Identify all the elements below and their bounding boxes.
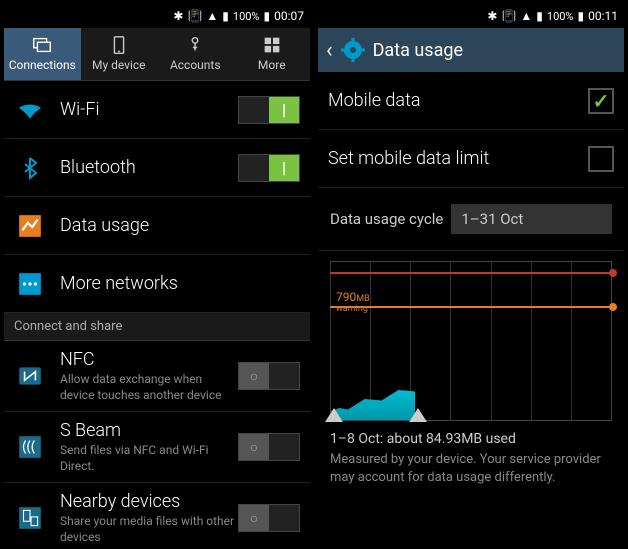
row-title: NFC (60, 349, 238, 370)
usage-summary: 1–8 Oct: about 84.93MB used (318, 421, 624, 449)
bluetooth-icon: ✱ (173, 9, 183, 23)
bluetooth-icon: ✱ (487, 9, 497, 23)
device-icon (108, 34, 130, 56)
cycle-label: Data usage cycle (330, 210, 443, 228)
section-connect-share: Connect and share (4, 313, 310, 341)
signal-icon: ▮ (222, 9, 229, 23)
battery-icon: ▮ (578, 9, 585, 23)
header-title: Data usage (373, 40, 463, 61)
signal-icon: ▮ (536, 9, 543, 23)
chart-area[interactable]: 790MB warning (330, 261, 612, 421)
settings-screen: ✱ 📳 ▲ ▮ 100% ▮ 00:07 Connections My devi… (4, 4, 310, 545)
wifi-toggle[interactable] (238, 96, 300, 124)
limit-checkbox[interactable] (588, 146, 614, 172)
connections-icon (31, 34, 53, 56)
row-title: Bluetooth (60, 157, 238, 178)
row-more-networks[interactable]: More networks (4, 255, 310, 313)
warning-label: 790MB warning (336, 290, 370, 314)
wifi-icon: ▲ (206, 9, 218, 23)
wifi-icon (14, 94, 46, 126)
row-set-limit[interactable]: Set mobile data limit (318, 130, 624, 188)
row-sbeam[interactable]: S Beam Send files via NFC and Wi-Fi Dire… (4, 412, 310, 483)
row-title: Data usage (60, 215, 300, 236)
tab-label: Connections (9, 58, 76, 72)
tab-accounts[interactable]: Accounts (157, 28, 234, 80)
tab-label: More (258, 58, 286, 72)
sbeam-toggle[interactable] (238, 433, 300, 461)
data-usage-screen: ✱ 📳 ▲ ▮ 100% ▮ 00:11 ‹ Data usage Mobile… (318, 4, 624, 545)
tab-connections[interactable]: Connections (4, 28, 81, 80)
nfc-icon (14, 360, 46, 392)
status-bar: ✱ 📳 ▲ ▮ 100% ▮ 00:07 (4, 4, 310, 28)
nfc-toggle[interactable] (238, 362, 300, 390)
sbeam-icon (14, 431, 46, 463)
row-title: Nearby devices (60, 491, 238, 512)
screen-header: ‹ Data usage (318, 28, 624, 72)
limit-line[interactable] (330, 272, 613, 274)
row-data-usage[interactable]: Data usage (4, 197, 310, 255)
tab-label: My device (92, 58, 146, 72)
wifi-icon: ▲ (520, 9, 532, 23)
nearby-toggle[interactable] (238, 504, 300, 532)
row-nfc[interactable]: NFC Allow data exchange when device touc… (4, 341, 310, 412)
usage-chart: 790MB warning (318, 251, 624, 421)
row-title: Set mobile data limit (328, 148, 588, 169)
tab-label: Accounts (170, 58, 221, 72)
tab-my-device[interactable]: My device (81, 28, 158, 80)
row-nearby-devices[interactable]: Nearby devices Share your media files wi… (4, 483, 310, 545)
range-handle-start[interactable] (325, 408, 343, 422)
nearby-icon (14, 502, 46, 534)
usage-note: Measured by your device. Your service pr… (318, 449, 624, 496)
warning-line[interactable] (330, 306, 613, 308)
row-sub: Send files via NFC and Wi-Fi Direct. (60, 443, 238, 474)
battery-pct: 100% (233, 10, 260, 23)
row-title: S Beam (60, 420, 238, 441)
row-title: Wi-Fi (60, 99, 238, 120)
cycle-selector[interactable]: 1–31 Oct (451, 204, 612, 234)
more-icon (261, 34, 283, 56)
clock: 00:11 (588, 9, 618, 23)
range-handle-end[interactable] (409, 408, 427, 422)
row-title: More networks (60, 273, 300, 294)
row-sub: Share your media files with other device… (60, 514, 238, 545)
bluetooth-row-icon (14, 152, 46, 184)
row-bluetooth[interactable]: Bluetooth (4, 139, 310, 197)
row-cycle: Data usage cycle 1–31 Oct (318, 188, 624, 251)
mute-icon: 📳 (501, 9, 516, 23)
row-mobile-data[interactable]: Mobile data (318, 72, 624, 130)
battery-pct: 100% (547, 10, 574, 23)
status-bar: ✱ 📳 ▲ ▮ 100% ▮ 00:11 (318, 4, 624, 28)
back-icon[interactable]: ‹ (326, 38, 333, 63)
row-sub: Allow data exchange when device touches … (60, 372, 238, 403)
settings-list[interactable]: Wi-Fi Bluetooth Data usage More networks… (4, 81, 310, 545)
data-usage-icon (14, 210, 46, 242)
tab-more[interactable]: More (234, 28, 311, 80)
more-networks-icon (14, 268, 46, 300)
settings-tabs: Connections My device Accounts More (4, 28, 310, 81)
data-usage-content[interactable]: Mobile data Set mobile data limit Data u… (318, 72, 624, 545)
mobile-data-checkbox[interactable] (588, 88, 614, 114)
bluetooth-toggle[interactable] (238, 154, 300, 182)
battery-icon: ▮ (264, 9, 271, 23)
row-title: Mobile data (328, 90, 588, 111)
settings-gear-icon (341, 38, 365, 62)
mute-icon: 📳 (187, 9, 202, 23)
accounts-icon (184, 34, 206, 56)
clock: 00:07 (274, 9, 304, 23)
row-wifi[interactable]: Wi-Fi (4, 81, 310, 139)
